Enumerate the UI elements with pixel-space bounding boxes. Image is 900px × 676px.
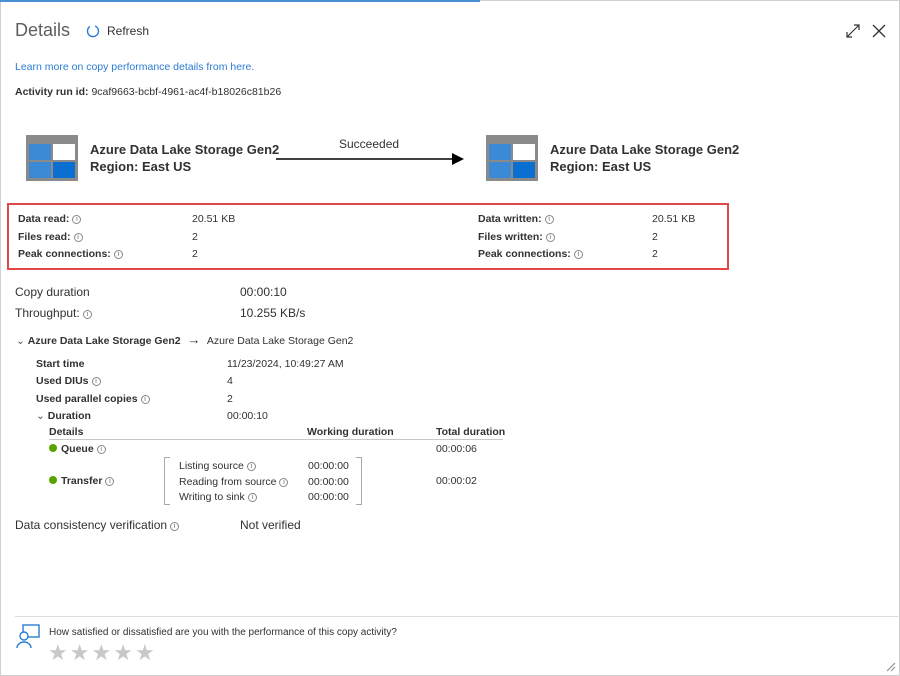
- info-icon: i: [82, 310, 92, 319]
- col-details: Details: [49, 426, 84, 438]
- route-source: Azure Data Lake Storage Gen2: [27, 335, 181, 347]
- star-icon[interactable]: ★: [91, 640, 111, 665]
- duration-value: 00:00:10: [227, 409, 268, 422]
- write-value: 2: [652, 230, 658, 243]
- star-icon[interactable]: ★: [48, 640, 68, 665]
- star-rating[interactable]: ★★★★★: [48, 640, 157, 666]
- info-icon: i: [105, 477, 115, 486]
- info-icon: i: [96, 445, 106, 454]
- transfer-total: 00:00:02: [436, 475, 477, 487]
- write-value: 2: [652, 248, 658, 260]
- source-name: Azure Data Lake Storage Gen2: [90, 142, 280, 157]
- sink-name: Azure Data Lake Storage Gen2: [550, 142, 740, 157]
- sink-store: Azure Data Lake Storage Gen2 Region: East…: [486, 135, 739, 181]
- star-icon[interactable]: ★: [113, 640, 133, 665]
- read-row: Peak connections: i: [18, 246, 123, 264]
- run-id-label: Activity run id:: [15, 86, 89, 98]
- success-icon: [49, 476, 57, 484]
- consistency-label: Data consistency verification i: [15, 518, 180, 532]
- storage-icon: [486, 135, 538, 181]
- learn-more-link[interactable]: Learn more on copy performance details f…: [15, 61, 254, 73]
- arrow-right-icon: →: [187, 332, 201, 347]
- write-row: Files written: i: [478, 229, 583, 247]
- info-icon: i: [545, 232, 555, 242]
- run-id-value: 9caf9663-bcbf-4961-ac4f-b18026c81b26: [91, 86, 282, 98]
- storage-icon: [26, 135, 78, 181]
- read-value: 2: [192, 230, 198, 243]
- top-accent-bar: [0, 0, 480, 2]
- col-working: Working duration: [307, 426, 394, 438]
- star-icon[interactable]: ★: [135, 640, 155, 665]
- refresh-icon: [86, 25, 100, 38]
- stat-value: 4: [227, 375, 233, 388]
- table-divider: [49, 439, 503, 440]
- read-stats: Data read: i Files read: i Peak connection…: [18, 211, 123, 264]
- feedback-question: How satisfied or dissatisfied are you wi…: [49, 627, 397, 638]
- write-value: 20.51 KB: [652, 213, 696, 225]
- col-total: Total duration: [436, 426, 506, 438]
- info-icon: i: [247, 493, 257, 503]
- write-values: 20.51 KB 2 2: [652, 211, 695, 264]
- consistency-value: Not verified: [240, 518, 301, 532]
- stats-labels: Start time Used DIUs i Used parallel copi…: [36, 356, 150, 425]
- read-row: Data read: i: [18, 211, 123, 229]
- throughput-value: 10.255 KB/s: [240, 306, 306, 320]
- write-stats: Data written: i Files written: i Peak conn…: [478, 211, 583, 264]
- star-icon[interactable]: ★: [70, 640, 90, 665]
- refresh-label: Refresh: [107, 24, 150, 38]
- info-icon: i: [279, 477, 289, 487]
- source-store: Azure Data Lake Storage Gen2 Region: East…: [26, 135, 279, 181]
- refresh-button[interactable]: Refresh: [86, 24, 149, 38]
- queue-total: 00:00:06: [436, 443, 477, 455]
- chevron-down-icon: ⌄: [36, 409, 45, 422]
- footer-divider: [15, 616, 900, 617]
- activity-run-id: Activity run id: 9caf9663-bcbf-4961-ac4f…: [15, 86, 281, 98]
- sink-region: Region: East US: [550, 159, 652, 174]
- info-icon: i: [140, 394, 150, 404]
- write-row: Peak connections: i: [478, 246, 583, 264]
- success-icon: [49, 444, 57, 452]
- bracket-left: [164, 457, 170, 505]
- feedback-icon: [16, 624, 40, 649]
- read-values: 20.51 KB 2 2: [192, 211, 235, 264]
- stat-value: 11/23/2024, 10:49:27 AM: [227, 358, 344, 370]
- route-toggle[interactable]: ⌄ Azure Data Lake Storage Gen2 → Azure D…: [16, 332, 353, 347]
- read-value: 20.51 KB: [192, 213, 236, 225]
- chevron-down-icon: ⌄: [16, 335, 25, 347]
- throughput-label: Throughput: i: [15, 306, 92, 320]
- duration-toggle[interactable]: ⌄ Duration: [36, 408, 150, 425]
- close-icon[interactable]: [871, 23, 887, 39]
- status-text: Succeeded: [339, 137, 400, 151]
- transfer-row: Transfer i: [49, 475, 115, 487]
- stat-label: Used DIUs: [36, 375, 89, 388]
- queue-row: Queue i: [49, 443, 106, 455]
- stats-values: 11/23/2024, 10:49:27 AM 4 2 00:00:10: [227, 356, 344, 425]
- route-sink: Azure Data Lake Storage Gen2: [206, 335, 354, 347]
- copy-duration-value: 00:00:10: [240, 285, 287, 299]
- resize-handle-icon[interactable]: [884, 660, 896, 672]
- stat-label: Start time: [36, 358, 85, 370]
- expand-icon[interactable]: [845, 23, 861, 39]
- bracket-right: [356, 457, 362, 505]
- arrow-icon: [276, 153, 464, 165]
- info-icon: i: [91, 377, 101, 387]
- read-value: 2: [192, 248, 198, 260]
- info-icon: i: [113, 250, 123, 259]
- info-icon: i: [73, 232, 83, 242]
- source-region: Region: East US: [90, 159, 192, 174]
- copy-duration-label: Copy duration: [15, 285, 90, 299]
- info-icon: i: [573, 250, 583, 259]
- info-icon: i: [246, 462, 256, 471]
- transfer-sub-labels: Listing source i Reading from source i Wri…: [179, 459, 289, 506]
- stat-value: 2: [227, 392, 233, 405]
- read-row: Files read: i: [18, 229, 123, 247]
- transfer-sub-values: 00:00:00 00:00:00 00:00:00: [308, 460, 349, 504]
- info-icon: i: [72, 215, 82, 224]
- page-title: Details: [15, 20, 71, 40]
- stat-label: Used parallel copies: [36, 392, 138, 405]
- info-icon: i: [170, 522, 180, 531]
- write-row: Data written: i: [478, 211, 583, 229]
- info-icon: i: [544, 215, 554, 224]
